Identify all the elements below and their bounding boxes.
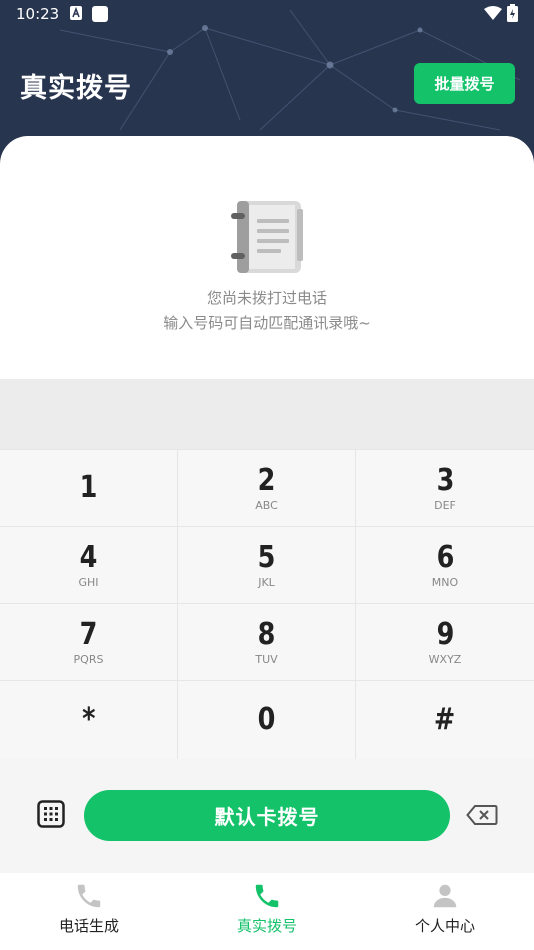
- status-time: 10:23: [16, 5, 60, 23]
- key-letters: TUV: [255, 652, 278, 666]
- nav-item-label: 个人中心: [414, 917, 475, 935]
- person-icon: [433, 884, 457, 908]
- key-2[interactable]: 2 ABC: [178, 450, 355, 526]
- key-digit: *: [81, 702, 96, 737]
- bulk-dial-button[interactable]: 批量拨号: [414, 63, 515, 104]
- key-4[interactable]: 4 GHI: [0, 527, 177, 603]
- empty-message-line2: 输入号码可自动匹配通讯录哦~: [163, 314, 371, 332]
- key-digit: 3: [436, 462, 454, 498]
- status-bar: 10:23: [0, 0, 534, 28]
- key-hash[interactable]: #: [356, 681, 534, 759]
- number-display: [0, 379, 534, 449]
- key-letters: ABC: [255, 498, 278, 512]
- notebook-icon: [231, 201, 303, 273]
- nav-item-phone-generate[interactable]: 电话生成: [0, 873, 178, 950]
- key-8[interactable]: 8 TUV: [178, 604, 355, 680]
- key-1[interactable]: 1: [0, 450, 177, 526]
- key-digit: 0: [257, 702, 276, 737]
- key-letters: JKL: [258, 575, 275, 589]
- phone-icon: [255, 884, 279, 908]
- keypad-toggle-icon[interactable]: [37, 800, 65, 828]
- backspace-icon[interactable]: [466, 804, 498, 826]
- empty-state-card: 您尚未拨打过电话 输入号码可自动匹配通讯录哦~: [0, 136, 534, 379]
- page-title: 真实拨号: [20, 73, 132, 104]
- key-5[interactable]: 5 JKL: [178, 527, 355, 603]
- notification-a-icon: [70, 6, 82, 20]
- key-letters: MNO: [431, 575, 459, 589]
- key-star[interactable]: *: [0, 681, 177, 759]
- key-letters: PQRS: [73, 652, 104, 666]
- nav-item-personal-center[interactable]: 个人中心: [356, 873, 534, 950]
- nav-item-label: 电话生成: [58, 917, 119, 935]
- default-sim-call-button[interactable]: 默认卡拨号: [84, 790, 450, 841]
- key-letters: WXYZ: [428, 652, 462, 666]
- wifi-icon: [484, 6, 502, 20]
- key-3[interactable]: 3 DEF: [356, 450, 534, 526]
- key-digit: 2: [257, 462, 276, 498]
- key-digit: 1: [79, 470, 98, 505]
- dial-actions: 默认卡拨号: [0, 759, 534, 873]
- key-7[interactable]: 7 PQRS: [0, 604, 177, 680]
- key-digit: 8: [257, 616, 276, 652]
- dial-keypad: 1 2 ABC 3 DEF 4 GHI 5 JKL 6 MNO 7 PQRS 8 TUV 9W…: [0, 449, 534, 759]
- key-digit: 6: [436, 539, 454, 575]
- nav-item-label: 真实拨号: [236, 917, 297, 935]
- key-digit: 5: [257, 539, 276, 575]
- key-letters: DEF: [434, 498, 456, 512]
- key-digit: 4: [79, 539, 98, 575]
- key-digit: #: [434, 702, 456, 737]
- key-digit: 9: [436, 616, 454, 652]
- key-0[interactable]: 0: [178, 681, 355, 759]
- bottom-nav: 电话生成 真实拨号 个人中心: [0, 873, 534, 950]
- notification-app-icon: [92, 6, 108, 22]
- empty-message-line1: 您尚未拨打过电话: [206, 289, 327, 307]
- battery-icon: [507, 4, 518, 22]
- key-digit: 7: [79, 616, 98, 652]
- key-9[interactable]: 9 WXYZ: [356, 604, 534, 680]
- nav-item-real-dial[interactable]: 真实拨号: [178, 873, 356, 950]
- phone-icon: [77, 884, 101, 908]
- key-letters: GHI: [78, 575, 99, 589]
- key-6[interactable]: 6 MNO: [356, 527, 534, 603]
